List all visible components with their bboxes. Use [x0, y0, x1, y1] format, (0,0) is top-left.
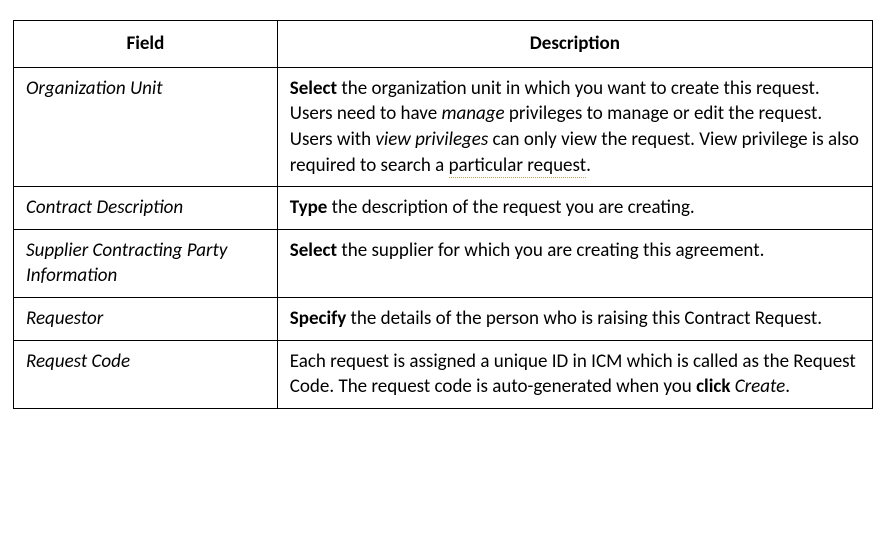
- field-name-cell: Contract Description: [14, 187, 278, 230]
- header-description: Description: [277, 21, 872, 68]
- field-name-cell: Requestor: [14, 298, 278, 341]
- description-text: the supplier for which you are creating …: [337, 239, 764, 262]
- table-row: Contract Description Type the descriptio…: [14, 187, 873, 230]
- field-name-cell: Organization Unit: [14, 67, 278, 187]
- table-header-row: Field Description: [14, 21, 873, 68]
- table-row: Request Code Each request is assigned a …: [14, 340, 873, 408]
- field-description-cell: Select the supplier for which you are cr…: [277, 229, 872, 297]
- action-word: Type: [290, 196, 328, 219]
- field-description-cell: Type the description of the request you …: [277, 187, 872, 230]
- field-description-cell: Each request is assigned a unique ID in …: [277, 340, 872, 408]
- field-description-cell: Specify the details of the person who is…: [277, 298, 872, 341]
- description-text: .: [785, 375, 790, 398]
- emphasis-text: view privileges: [375, 128, 488, 151]
- highlighted-text: particular request: [449, 154, 587, 178]
- description-text: the details of the person who is raising…: [346, 307, 822, 330]
- table-row: Organization Unit Select the organizatio…: [14, 67, 873, 187]
- action-word: Select: [290, 77, 337, 100]
- field-description-cell: Select the organization unit in which yo…: [277, 67, 872, 187]
- table-row: Requestor Specify the details of the per…: [14, 298, 873, 341]
- table-row: Supplier Contracting Party Information S…: [14, 229, 873, 297]
- field-name-cell: Request Code: [14, 340, 278, 408]
- action-word: Select: [290, 239, 337, 262]
- field-name-cell: Supplier Contracting Party Information: [14, 229, 278, 297]
- description-text: the description of the request you are c…: [327, 196, 694, 219]
- action-word: click: [696, 375, 730, 398]
- field-description-table: Field Description Organization Unit Sele…: [13, 20, 873, 409]
- emphasis-text: Create: [735, 375, 786, 398]
- description-text: .: [586, 154, 591, 177]
- header-field: Field: [14, 21, 278, 68]
- action-word: Specify: [290, 307, 346, 330]
- emphasis-text: manage: [441, 102, 504, 125]
